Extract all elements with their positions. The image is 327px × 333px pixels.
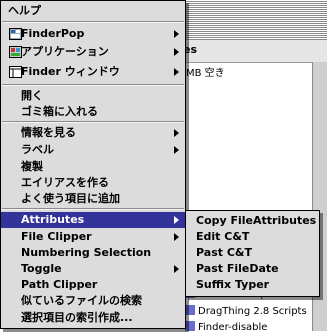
menu-item-label: File Clipper — [21, 230, 92, 243]
menu-separator — [2, 208, 184, 210]
list-item-label: DragThing 2.8 Scripts — [198, 306, 307, 317]
menu-item-get-info[interactable]: 情報を見る — [1, 125, 185, 141]
menu-item-label: ラベル — [21, 143, 54, 156]
context-menu: ヘルプ FinderPop アプリケーション Finder ウィンドウ 開く ゴ… — [0, 0, 186, 329]
menu-item-move-to-trash[interactable]: ゴミ箱に入れる — [1, 104, 185, 120]
folder-icon — [185, 305, 195, 315]
menu-item-index-selection[interactable]: 選択項目の索引作成... — [1, 310, 185, 326]
submenu-arrow-icon — [174, 48, 179, 56]
menu-item-label: 複製 — [21, 160, 43, 173]
menu-item-label: よく使う項目に追加 — [21, 192, 120, 205]
menu-item-find-similar-files[interactable]: 似ているファイルの検索 — [1, 293, 185, 309]
menu-item-add-to-favorites[interactable]: よく使う項目に追加 — [1, 191, 185, 207]
submenu-arrow-icon — [174, 68, 179, 76]
submenu-arrow-icon — [174, 129, 179, 137]
menu-item-help[interactable]: ヘルプ — [1, 3, 185, 19]
submenu-item-edit-ct[interactable]: Edit C&T — [186, 229, 319, 245]
menu-item-label-submenu[interactable]: ラベル — [1, 142, 185, 158]
menu-item-label: ゴミ箱に入れる — [21, 105, 98, 118]
submenu-arrow-icon — [174, 233, 179, 241]
submenu-item-label: Copy FileAttributes — [196, 214, 317, 227]
submenu-arrow-icon — [174, 30, 179, 38]
list-item-label: Finder-disable — [198, 322, 268, 333]
list-item[interactable]: DragThing 2.8 Scripts — [185, 305, 307, 317]
free-space-info: MB 空き — [186, 68, 225, 79]
menu-item-label: Numbering Selection — [21, 246, 152, 259]
menu-item-finder-window[interactable]: Finder ウィンドウ — [1, 64, 185, 80]
menu-item-label: ヘルプ — [8, 4, 41, 17]
menu-item-path-clipper[interactable]: Path Clipper — [1, 277, 185, 293]
menu-item-numbering-selection[interactable]: Numbering Selection — [1, 245, 185, 261]
folder-icon — [185, 321, 195, 331]
menu-item-file-clipper[interactable]: File Clipper — [1, 229, 185, 245]
submenu-item-label: Edit C&T — [196, 230, 250, 243]
menu-item-label: 選択項目の索引作成... — [21, 311, 133, 324]
submenu-item-label: Suffix Typer — [196, 278, 270, 291]
menu-item-open[interactable]: 開く — [1, 88, 185, 104]
menu-item-label: FinderPop — [21, 27, 85, 40]
menu-item-label: アプリケーション — [21, 45, 109, 58]
menu-item-toggle[interactable]: Toggle — [1, 261, 185, 277]
submenu-item-past-ct[interactable]: Past C&T — [186, 245, 319, 261]
menu-item-label: エイリアスを作る — [21, 176, 109, 189]
submenu-arrow-icon — [174, 265, 179, 273]
submenu-item-label: Past C&T — [196, 246, 252, 259]
menu-item-label: Finder ウィンドウ — [21, 65, 120, 78]
menu-item-label: 似ているファイルの検索 — [21, 294, 142, 307]
submenu-item-copy-fileattributes[interactable]: Copy FileAttributes — [186, 213, 319, 229]
submenu-arrow-icon — [174, 216, 179, 224]
submenu-arrow-icon — [174, 146, 179, 154]
menu-item-finderpop[interactable]: FinderPop — [1, 26, 185, 42]
list-item[interactable]: Finder-disable — [185, 321, 267, 333]
submenu-item-label: Past FileDate — [196, 262, 279, 275]
menu-item-applications[interactable]: アプリケーション — [1, 44, 185, 60]
submenu-item-past-filedate[interactable]: Past FileDate — [186, 261, 319, 277]
menu-separator — [2, 121, 184, 123]
submenu-item-suffix-typer[interactable]: Suffix Typer — [186, 277, 319, 293]
menu-separator — [2, 21, 184, 23]
menu-item-label: Toggle — [21, 262, 62, 275]
menu-item-attributes[interactable]: Attributes — [1, 212, 185, 228]
menu-separator — [2, 84, 184, 86]
attributes-submenu: Copy FileAttributes Edit C&T Past C&T Pa… — [185, 210, 320, 297]
menu-item-label: 開く — [21, 89, 43, 102]
menu-item-label: Attributes — [21, 213, 85, 226]
menu-item-label: Path Clipper — [21, 278, 98, 291]
menu-item-make-alias[interactable]: エイリアスを作る — [1, 175, 185, 191]
menu-item-duplicate[interactable]: 複製 — [1, 159, 185, 175]
menu-item-label: 情報を見る — [21, 126, 76, 139]
